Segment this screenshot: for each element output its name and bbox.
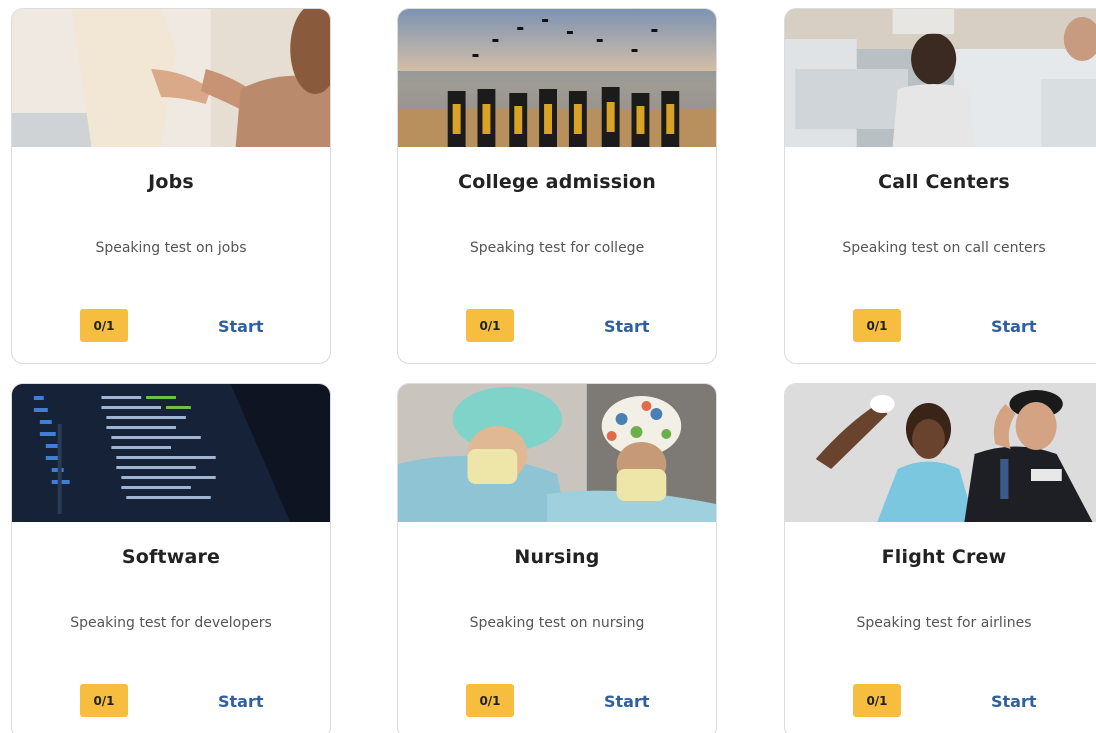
progress-badge: 0/1	[80, 684, 128, 717]
progress-badge: 0/1	[80, 309, 128, 342]
surgeons-image	[398, 384, 716, 522]
card-description: Speaking test for airlines	[856, 615, 1032, 631]
card-description: Speaking test for college	[469, 240, 645, 256]
card-footer: 0/1 Start	[398, 309, 716, 343]
start-button[interactable]: Start	[991, 692, 1037, 711]
course-card-call-centers[interactable]: Call Centers Speaking test on call cente…	[784, 8, 1096, 364]
card-title: Flight Crew	[881, 546, 1007, 568]
card-description: Speaking test on jobs	[95, 240, 247, 256]
progress-badge: 0/1	[853, 684, 901, 717]
course-grid: Jobs Speaking test on jobs 0/1 Start Col…	[0, 0, 1096, 733]
card-footer: 0/1 Start	[785, 309, 1096, 343]
card-footer: 0/1 Start	[398, 684, 716, 718]
card-title: Software	[121, 546, 221, 568]
card-title: Call Centers	[878, 171, 1010, 193]
course-card-college-admission[interactable]: College admission Speaking test for coll…	[397, 8, 717, 364]
course-card-nursing[interactable]: Nursing Speaking test on nursing 0/1 Sta…	[397, 383, 717, 733]
card-description: Speaking test on call centers	[842, 240, 1046, 256]
progress-badge: 0/1	[466, 309, 514, 342]
course-card-flight-crew[interactable]: Flight Crew Speaking test for airlines 0…	[784, 383, 1096, 733]
start-button[interactable]: Start	[991, 317, 1037, 336]
card-footer: 0/1 Start	[12, 309, 330, 343]
start-button[interactable]: Start	[604, 692, 650, 711]
card-footer: 0/1 Start	[785, 684, 1096, 718]
progress-badge: 0/1	[466, 684, 514, 717]
handshake-image	[12, 9, 330, 147]
start-button[interactable]: Start	[218, 692, 264, 711]
graduation-image	[398, 9, 716, 147]
course-card-software[interactable]: Software Speaking test for developers 0/…	[11, 383, 331, 733]
card-description: Speaking test on nursing	[469, 615, 645, 631]
start-button[interactable]: Start	[218, 317, 264, 336]
card-title: Nursing	[514, 546, 600, 568]
card-footer: 0/1 Start	[12, 684, 330, 718]
card-title: Jobs	[148, 171, 194, 193]
progress-badge: 0/1	[853, 309, 901, 342]
flight-crew-image	[785, 384, 1096, 522]
start-button[interactable]: Start	[604, 317, 650, 336]
call-center-image	[785, 9, 1096, 147]
course-card-jobs[interactable]: Jobs Speaking test on jobs 0/1 Start	[11, 8, 331, 364]
card-title: College admission	[458, 171, 656, 193]
code-screen-image	[12, 384, 330, 522]
card-description: Speaking test for developers	[70, 615, 272, 631]
